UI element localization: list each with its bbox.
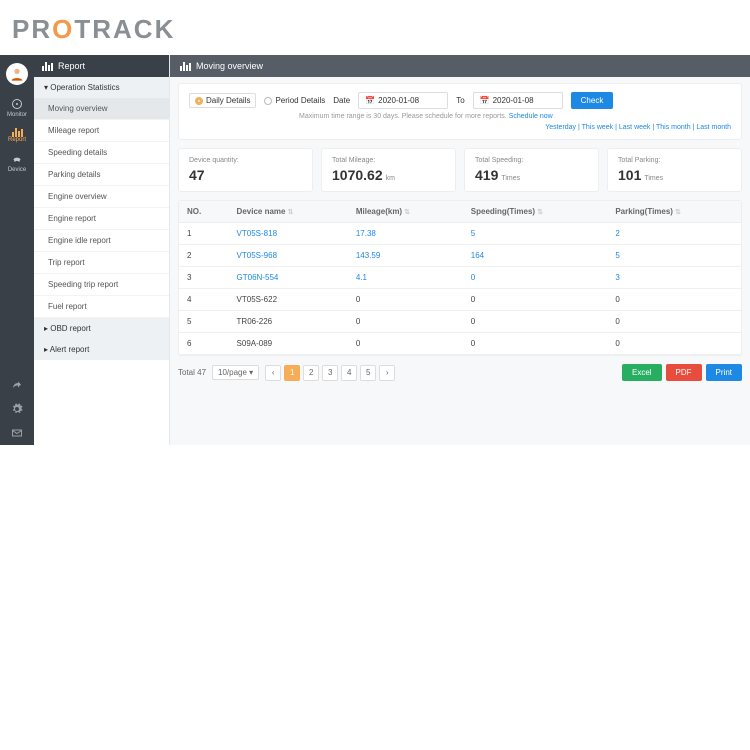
brand-logo: PROTRACK	[0, 0, 750, 55]
sidebar-item-speeding[interactable]: Speeding details	[34, 142, 169, 164]
quick-links: Yesterday | This week | Last week | This…	[189, 124, 731, 131]
column-header[interactable]: Device name⇅	[229, 201, 348, 223]
check-button[interactable]: Check	[571, 92, 614, 109]
calendar-icon: 📅	[480, 96, 490, 105]
share-icon[interactable]	[11, 379, 23, 391]
quick-last-week[interactable]: Last week	[619, 124, 651, 131]
table-row: 1VT05S-81817.3852	[179, 223, 741, 245]
total-count: Total 47	[178, 368, 206, 377]
column-header[interactable]: NO.	[179, 201, 229, 223]
table-row: 5TR06-226000	[179, 311, 741, 333]
filter-panel: Daily Details Period Details Date 📅2020-…	[178, 83, 742, 140]
page-number[interactable]: 3	[322, 365, 338, 381]
nav-monitor[interactable]: Monitor	[0, 93, 34, 123]
page-header: Moving overview	[170, 55, 750, 77]
page-number[interactable]: 2	[303, 365, 319, 381]
print-button[interactable]: Print	[706, 364, 742, 381]
sidebar-item-speeding-trip[interactable]: Speeding trip report	[34, 274, 169, 296]
date-from[interactable]: 📅2020-01-08	[358, 92, 448, 109]
page-number[interactable]: 5	[360, 365, 376, 381]
calendar-icon: 📅	[365, 96, 375, 105]
stat-card: Device quantity:47	[178, 148, 313, 192]
radio-period[interactable]: Period Details	[264, 96, 325, 105]
sidebar-item-moving-overview[interactable]: Moving overview	[34, 98, 169, 120]
sidebar: Report ▾ Operation Statistics Moving ove…	[34, 55, 170, 445]
sidebar-item-fuel[interactable]: Fuel report	[34, 296, 169, 318]
date-label: Date	[333, 96, 350, 105]
sidebar-group-alert[interactable]: ▸ Alert report	[34, 339, 169, 360]
table-row: 4VT05S-622000	[179, 289, 741, 311]
export-pdf-button[interactable]: PDF	[666, 364, 702, 381]
page-number[interactable]: 1	[284, 365, 300, 381]
schedule-link[interactable]: Schedule now	[509, 113, 553, 120]
nav-device[interactable]: Device	[0, 148, 34, 178]
chart-icon	[180, 62, 191, 71]
avatar[interactable]	[6, 63, 28, 85]
page-next[interactable]: ›	[379, 365, 395, 381]
sidebar-item-engine-overview[interactable]: Engine overview	[34, 186, 169, 208]
column-header[interactable]: Speeding(Times)⇅	[463, 201, 608, 223]
stat-card: Total Parking:101Times	[607, 148, 742, 192]
quick-yesterday[interactable]: Yesterday	[545, 124, 576, 131]
page-prev[interactable]: ‹	[265, 365, 281, 381]
column-header[interactable]: Parking(Times)⇅	[607, 201, 741, 223]
sidebar-group-operation[interactable]: ▾ Operation Statistics	[34, 77, 169, 98]
hint-text: Maximum time range is 30 days. Please sc…	[299, 113, 731, 120]
sidebar-item-engine-idle[interactable]: Engine idle report	[34, 230, 169, 252]
page-size-select[interactable]: 10/page ▾	[212, 365, 259, 380]
page-title: Moving overview	[196, 61, 263, 71]
data-table: NO.Device name⇅Mileage(km)⇅Speeding(Time…	[178, 200, 742, 356]
sidebar-header: Report	[34, 55, 169, 77]
stat-card: Total Speeding:419Times	[464, 148, 599, 192]
quick-this-week[interactable]: This week	[582, 124, 614, 131]
gear-icon[interactable]	[11, 403, 23, 415]
quick-last-month[interactable]: Last month	[696, 124, 731, 131]
date-to[interactable]: 📅2020-01-08	[473, 92, 563, 109]
nav-rail: Monitor Report Device	[0, 55, 34, 445]
quick-this-month[interactable]: This month	[656, 124, 691, 131]
table-row: 3GT06N-5544.103	[179, 267, 741, 289]
sidebar-item-mileage[interactable]: Mileage report	[34, 120, 169, 142]
mail-icon[interactable]	[11, 427, 23, 439]
device-link: VT05S-622	[229, 289, 348, 311]
chart-icon	[42, 62, 53, 71]
device-link: S09A-089	[229, 333, 348, 355]
table-row: 2VT05S-968143.591645	[179, 245, 741, 267]
nav-report[interactable]: Report	[0, 123, 34, 148]
export-excel-button[interactable]: Excel	[622, 364, 662, 381]
sidebar-item-trip[interactable]: Trip report	[34, 252, 169, 274]
column-header[interactable]: Mileage(km)⇅	[348, 201, 463, 223]
table-row: 6S09A-089000	[179, 333, 741, 355]
device-link: TR06-226	[229, 311, 348, 333]
to-label: To	[456, 96, 464, 105]
sidebar-item-parking[interactable]: Parking details	[34, 164, 169, 186]
radio-daily[interactable]: Daily Details	[189, 93, 256, 108]
pager: Total 47 10/page ▾ ‹12345›	[178, 365, 395, 381]
page-number[interactable]: 4	[341, 365, 357, 381]
sidebar-group-obd[interactable]: ▸ OBD report	[34, 318, 169, 339]
sidebar-item-engine-report[interactable]: Engine report	[34, 208, 169, 230]
device-link[interactable]: VT05S-818	[229, 223, 348, 245]
stat-card: Total Mileage:1070.62km	[321, 148, 456, 192]
device-link[interactable]: VT05S-968	[229, 245, 348, 267]
chart-icon	[12, 128, 23, 137]
device-link[interactable]: GT06N-554	[229, 267, 348, 289]
